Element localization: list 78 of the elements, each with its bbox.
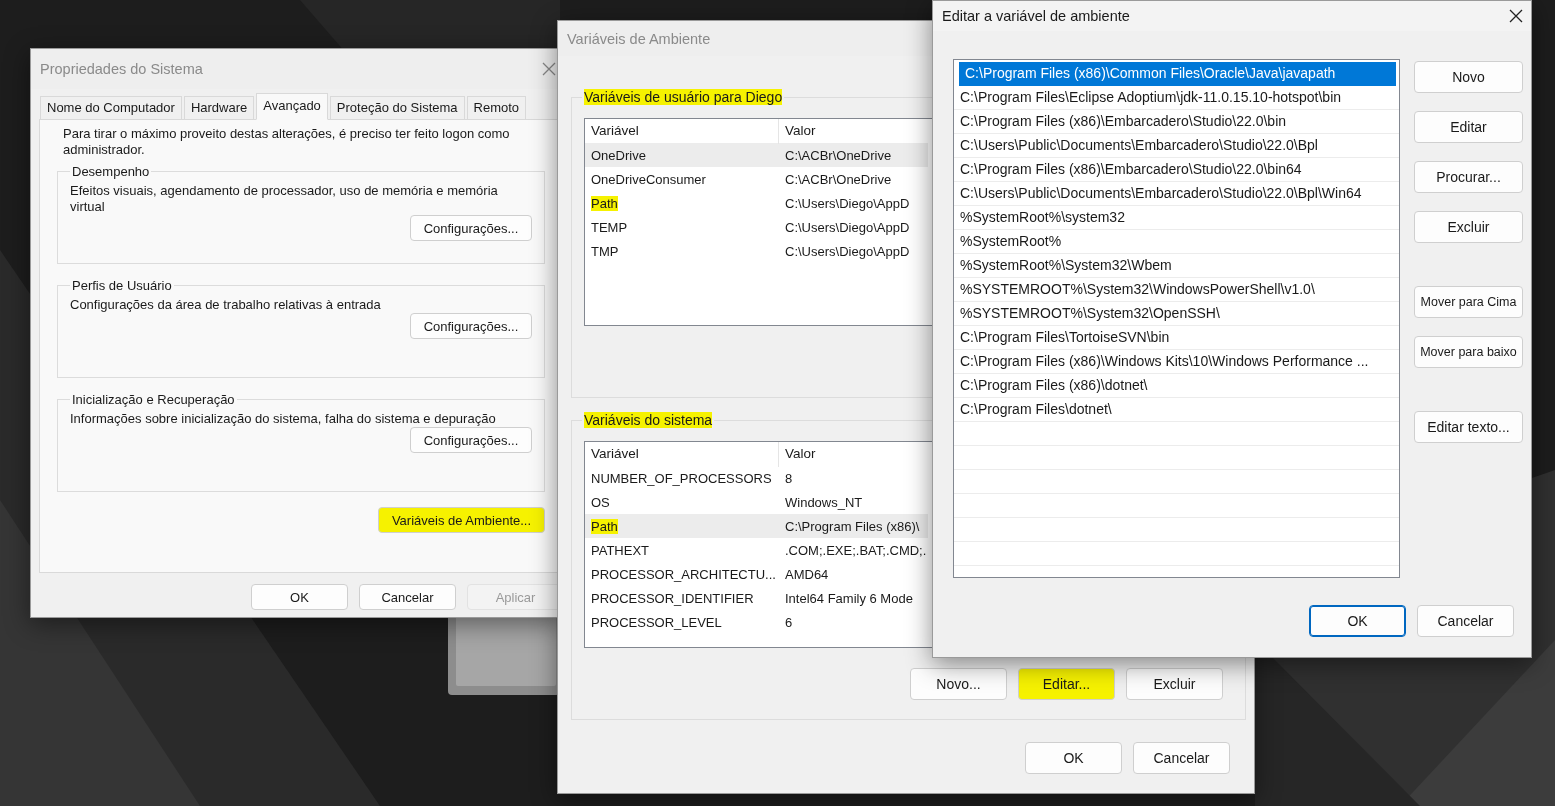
variable-value: C:\Program Files (x86)\ [785,518,920,534]
variable-action-button[interactable]: Excluir [1126,668,1223,700]
variable-value: Intel64 Family 6 Mode [785,590,913,606]
side-button[interactable]: Excluir [1414,211,1523,243]
variable-name: OneDriveConsumer [591,171,706,187]
group-title: Variáveis de usuário para Diego [584,89,783,105]
tab[interactable]: Remoto [466,96,527,120]
window-title: Editar a variável de ambiente [942,8,1130,24]
side-button[interactable]: Procurar... [1414,161,1523,193]
side-button[interactable]: Novo [1414,61,1523,93]
variable-name: Path [591,518,618,534]
variable-row[interactable]: OneDriveConsumer C:\ACBr\OneDrive [585,167,928,191]
group-title: Inicialização e Recuperação [71,392,236,407]
path-entry[interactable]: C:\Program Files (x86)\Common Files\Oracle\Java\javapath [959,62,1396,86]
settings-button[interactable]: Configurações... [410,427,532,453]
side-button[interactable]: Mover para Cima [1414,286,1523,318]
variable-row[interactable]: Path C:\Program Files (x86)\ [585,514,928,538]
variable-value: C:\Users\Diego\AppD [785,195,910,211]
dialog-button[interactable]: Cancelar [359,584,456,610]
variable-row[interactable]: PROCESSOR_LEVEL 6 [585,610,928,634]
group-description: Efeitos visuais, agendamento de processador, uso de memória e memória virtual [70,183,499,215]
variable-row[interactable]: TEMP C:\Users\Diego\AppD [585,215,928,239]
variable-row[interactable]: NUMBER_OF_PROCESSORS 8 [585,466,928,490]
variable-value: C:\Users\Diego\AppD [785,219,910,235]
variable-row[interactable]: PATHEXT .COM;.EXE;.BAT;.CMD;. [585,538,928,562]
side-button[interactable]: Editar texto... [1414,411,1523,443]
settings-button[interactable]: Configurações... [410,215,532,241]
variable-name: Path [591,195,618,211]
dialog-button[interactable]: Cancelar [1417,605,1514,637]
dialog-button[interactable]: OK [251,584,348,610]
variable-name: PROCESSOR_LEVEL [591,614,722,630]
variable-name: PATHEXT [591,542,650,558]
notice-text: Para tirar o máximo proveito destas alterações, é preciso ter feito logon como administrador. [63,126,511,158]
variable-value: .COM;.EXE;.BAT;.CMD;. [785,542,927,558]
variable-value: C:\Users\Diego\AppD [785,243,910,259]
column-header[interactable]: Valor [779,119,928,144]
environment-variables-button[interactable]: Variáveis de Ambiente... [378,507,545,533]
tab[interactable]: Hardware [183,96,255,120]
dialog-button[interactable]: Cancelar [1133,742,1230,774]
window-title: Variáveis de Ambiente [567,30,711,47]
group-title: Variáveis do sistema [584,412,713,428]
variable-value: Windows_NT [785,494,863,510]
variable-row[interactable]: Path C:\Users\Diego\AppD [585,191,928,215]
tab[interactable]: Proteção do Sistema [329,96,465,120]
variable-row[interactable]: OS Windows_NT [585,490,928,514]
column-header[interactable]: Variável [585,442,779,467]
dialog-button[interactable]: OK [1025,742,1122,774]
variable-value: C:\ACBr\OneDrive [785,147,892,163]
variable-name: OS [591,494,610,510]
window-title: Propriedades do Sistema [40,61,203,77]
variable-name: TEMP [591,219,628,235]
variable-name: PROCESSOR_ARCHITECTU... [591,566,776,582]
variable-row[interactable]: TMP C:\Users\Diego\AppD [585,239,928,263]
side-button[interactable]: Mover para baixo [1414,336,1523,368]
close-icon[interactable] [1509,9,1523,23]
variable-value: AMD64 [785,566,829,582]
variable-row[interactable]: PROCESSOR_IDENTIFIER Intel64 Family 6 Mode [585,586,928,610]
group-title: Desempenho [71,164,151,179]
group-title: Perfis de Usuário [71,278,173,293]
variable-row[interactable]: OneDrive C:\ACBr\OneDrive [585,143,928,167]
variable-action-button[interactable]: Novo... [910,668,1007,700]
dialog-button[interactable]: OK [1309,605,1406,637]
variable-action-button[interactable]: Editar... [1018,668,1115,700]
variable-value: 8 [785,470,793,486]
settings-button[interactable]: Configurações... [410,313,532,339]
group-description: Configurações da área de trabalho relativas à entrada [70,297,382,313]
side-button[interactable]: Editar [1414,111,1523,143]
variable-name: PROCESSOR_IDENTIFIER [591,590,754,606]
tab[interactable]: Avançado [256,93,328,120]
variable-name: OneDrive [591,147,646,163]
variable-value: C:\ACBr\OneDrive [785,171,892,187]
variable-row[interactable]: PROCESSOR_ARCHITECTU... AMD64 [585,562,928,586]
tab[interactable]: Nome do Computador [40,96,182,120]
variable-name: NUMBER_OF_PROCESSORS [591,470,772,486]
variable-value: 6 [785,614,793,630]
column-header[interactable]: Valor [779,442,928,467]
variable-name: TMP [591,243,619,259]
group-description: Informações sobre inicialização do sistema, falha do sistema e depuração [70,411,497,427]
